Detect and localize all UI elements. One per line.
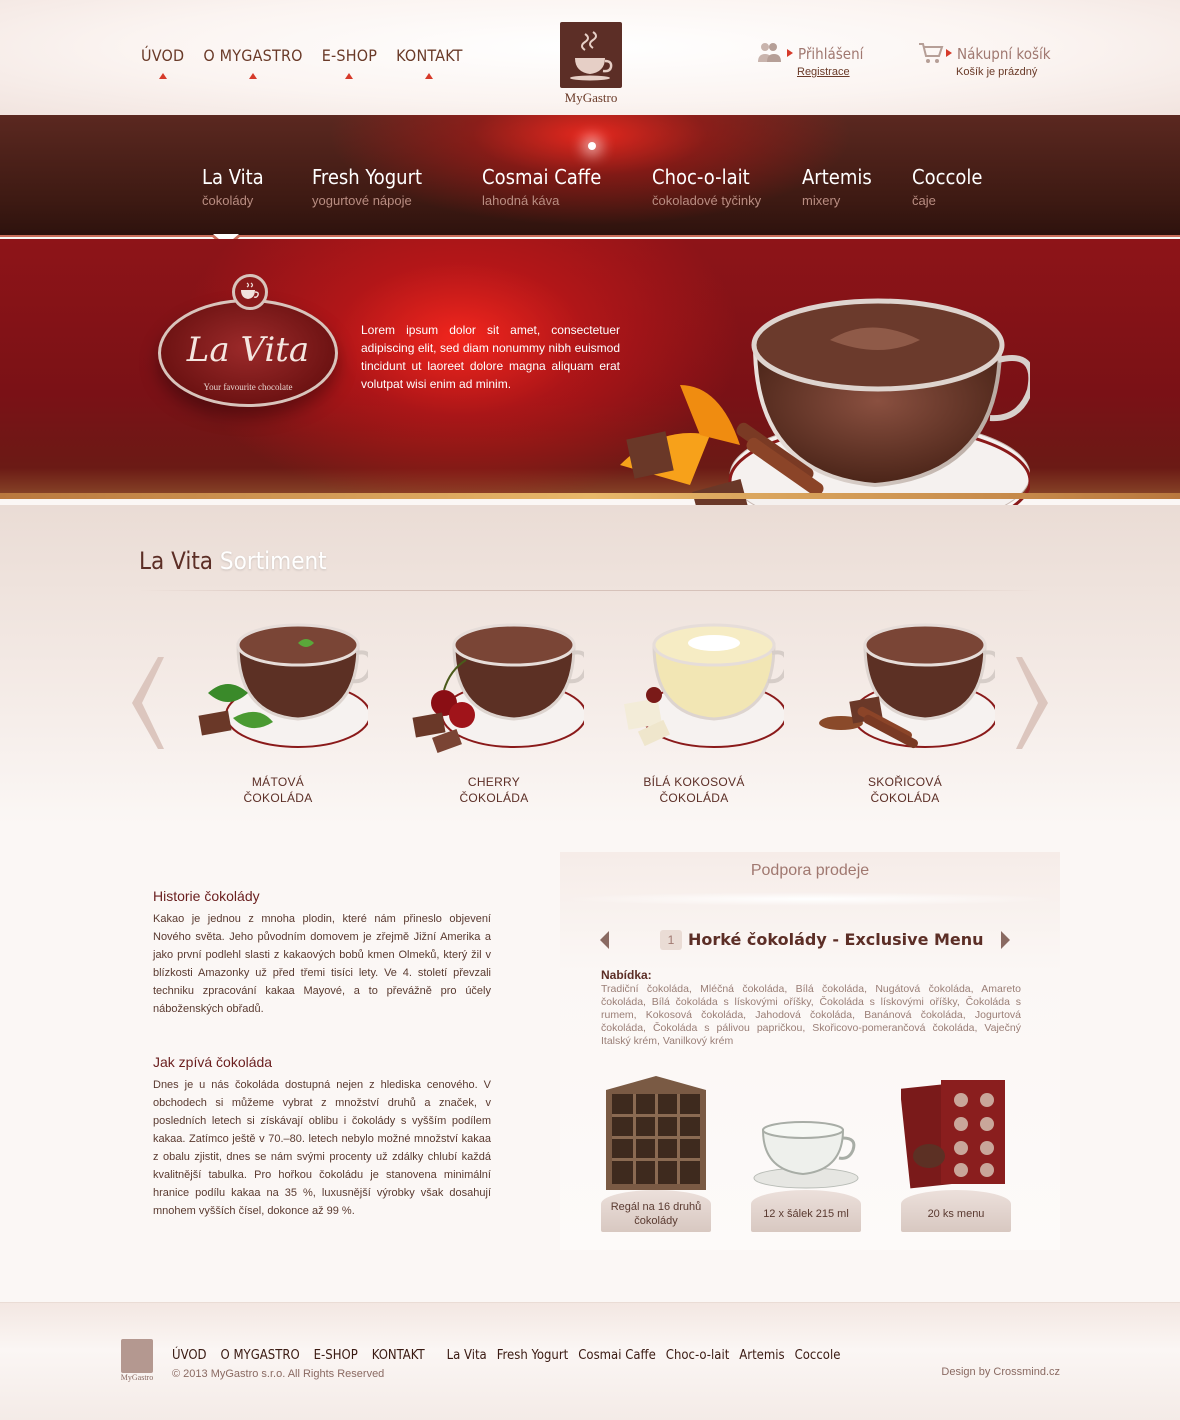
singing-chocolate-heading: Jak zpívá čokoláda <box>153 1054 273 1070</box>
site-logo[interactable]: MyGastro <box>557 22 625 114</box>
cart-link[interactable]: Nákupní košík <box>946 45 1051 63</box>
footer-link-uvod[interactable]: ÚVOD <box>172 1348 207 1363</box>
footer-logo[interactable]: MyGastro <box>120 1339 154 1389</box>
top-header: ÚVOD O MYGASTRO E-SHOP KONTAKT MyGastro … <box>0 0 1180 118</box>
support-item-cups[interactable]: 12 x šálek 215 ml <box>750 1072 862 1232</box>
badge-script: La Vita <box>186 330 310 370</box>
shelf-image <box>606 1076 706 1190</box>
hero-banner: La Vita Your favourite chocolate Lorem i… <box>0 239 1180 538</box>
footer-link-coccole[interactable]: Coccole <box>795 1348 841 1363</box>
history-paragraph: Kakao je jednou z mnoha plodin, které ná… <box>153 913 491 1015</box>
product-cherry[interactable]: CHERRY ČOKOLÁDA <box>404 623 589 806</box>
hero-gold-strip <box>0 493 1180 499</box>
chevron-left-icon[interactable] <box>128 655 164 751</box>
product-skoricova[interactable]: SKOŘICOVÁ ČOKOLÁDA <box>815 623 1000 806</box>
product-matova[interactable]: MÁTOVÁ ČOKOLÁDA <box>188 623 373 806</box>
support-item-shelf[interactable]: Regál na 16 druhů čokolády <box>600 1072 712 1232</box>
menu-carousel-header: 1 Horké čokolády - Exclusive Menu <box>600 928 1010 952</box>
top-nav-uvod[interactable]: ÚVOD <box>141 46 184 79</box>
sortiment-title: La Vita Sortiment <box>139 547 327 575</box>
support-item-menus[interactable]: 20 ks menu <box>900 1072 1012 1232</box>
sortiment-section: La Vita Sortiment MÁTOVÁ ČOKOLÁDA CHERRY… <box>0 505 1180 825</box>
history-heading: Historie čokolády <box>153 888 260 904</box>
cherry-chocolate-cup-image <box>412 623 589 753</box>
triangle-up-icon <box>425 73 434 79</box>
offer-block: Nabídka: Tradiční čokoláda, Mléčná čokol… <box>601 968 1021 1048</box>
category-la-vita[interactable]: La Vita čokolády <box>202 165 264 208</box>
hero-text: Lorem ipsum dolor sit amet, consectetuer… <box>361 323 620 391</box>
menu-cards-image <box>901 1080 1005 1189</box>
category-coccole[interactable]: Coccole čaje <box>912 165 982 208</box>
cart-status: Košík je prázdný <box>956 66 1038 78</box>
la-vita-badge: La Vita Your favourite chocolate <box>158 274 338 407</box>
footer-link-la-vita[interactable]: La Vita <box>447 1348 487 1363</box>
divider <box>139 590 1041 591</box>
shelf-caption: Regál na 16 druhů čokolády <box>601 1190 711 1232</box>
top-nav: ÚVOD O MYGASTRO E-SHOP KONTAKT <box>141 46 482 79</box>
menu-number-badge: 1 <box>660 930 682 950</box>
history-article: Historie čokolády Kakao je jednou z mnoh… <box>153 888 491 1220</box>
copyright: © 2013 MyGastro s.r.o. All Rights Reserv… <box>172 1368 385 1380</box>
footer-link-o-mygastro[interactable]: O MYGASTRO <box>221 1348 300 1363</box>
register-link[interactable]: Registrace <box>797 66 850 78</box>
offer-text: Tradiční čokoláda, Mléčná čokoláda, Bílá… <box>601 983 1021 1047</box>
category-artemis[interactable]: Artemis mixery <box>802 165 872 208</box>
coffee-cup-icon <box>560 22 622 88</box>
coconut-white-chocolate-cup-image <box>624 623 789 748</box>
product-bila-kokosova[interactable]: BÍLÁ KOKOSOVÁ ČOKOLÁDA <box>604 623 789 806</box>
footer-link-choc-o-lait[interactable]: Choc-o-lait <box>666 1348 730 1363</box>
footer-link-cosmai-caffe[interactable]: Cosmai Caffe <box>578 1348 656 1363</box>
coffee-cup-icon <box>121 1339 153 1373</box>
category-choc-o-lait[interactable]: Choc-o-lait čokoladové tyčinky <box>652 165 761 208</box>
mint-chocolate-cup-image <box>198 623 373 748</box>
footer-link-e-shop[interactable]: E-SHOP <box>314 1348 358 1363</box>
top-nav-o-mygastro[interactable]: O MYGASTRO <box>203 46 303 79</box>
category-cosmai-caffe[interactable]: Cosmai Caffe lahodná káva <box>482 165 601 208</box>
menu-title: Horké čokolády - Exclusive Menu <box>688 930 984 949</box>
light-flare <box>588 142 596 150</box>
footer: MyGastro ÚVOD O MYGASTRO E-SHOP KONTAKT … <box>0 1302 1180 1420</box>
footer-link-fresh-yogurt[interactable]: Fresh Yogurt <box>497 1348 569 1363</box>
top-nav-kontakt[interactable]: KONTAKT <box>396 46 462 79</box>
login-link[interactable]: Přihlášení <box>787 45 863 63</box>
footer-link-kontakt[interactable]: KONTAKT <box>372 1348 425 1363</box>
sales-support-panel: Podpora prodeje 1 Horké čokolády - Exclu… <box>560 852 1060 1250</box>
design-credit[interactable]: Design by Crossmind.cz <box>941 1366 1060 1378</box>
badge-tagline: Your favourite chocolate <box>203 382 293 392</box>
offer-label: Nabídka: <box>601 968 652 982</box>
support-title: Podpora prodeje <box>750 862 870 879</box>
footer-nav: ÚVOD O MYGASTRO E-SHOP KONTAKT La Vita F… <box>172 1348 850 1363</box>
triangle-left-icon[interactable] <box>600 931 609 949</box>
support-glow <box>560 892 1060 906</box>
top-nav-e-shop[interactable]: E-SHOP <box>322 46 377 79</box>
users-icon <box>758 43 781 62</box>
category-fresh-yogurt[interactable]: Fresh Yogurt yogurtové nápoje <box>312 165 422 208</box>
footer-link-artemis[interactable]: Artemis <box>739 1348 784 1363</box>
cinnamon-chocolate-cup-image <box>819 623 1000 749</box>
cups-caption: 12 x šálek 215 ml <box>751 1190 861 1232</box>
triangle-up-icon <box>345 73 354 79</box>
cup-icon <box>232 274 268 310</box>
triangle-up-icon <box>158 73 167 79</box>
menus-caption: 20 ks menu <box>901 1190 1011 1232</box>
glass-cup-image <box>753 1121 859 1189</box>
logo-name: MyGastro <box>564 90 618 105</box>
triangle-up-icon <box>249 73 258 79</box>
category-nav: La Vita čokolády Fresh Yogurt yogurtové ná… <box>0 115 1180 249</box>
cart-icon <box>919 43 944 63</box>
chevron-right-icon[interactable] <box>1016 655 1052 751</box>
triangle-right-icon[interactable] <box>1001 931 1010 949</box>
singing-chocolate-paragraph: Dnes je u nás čokoláda dostupná nejen z … <box>153 1079 491 1217</box>
